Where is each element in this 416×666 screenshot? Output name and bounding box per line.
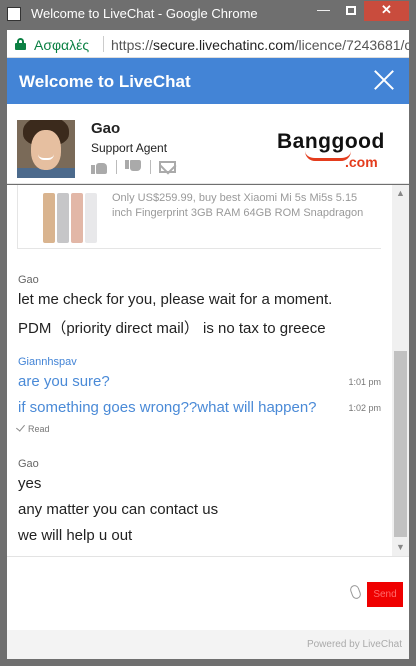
close-icon[interactable] <box>371 67 397 93</box>
message-text: if something goes wrong??what will happe… <box>18 399 317 416</box>
rating-actions <box>91 159 176 175</box>
secure-label: Ασφαλές <box>34 37 90 53</box>
product-description: Only US$259.99, buy best Xiaomi Mi 5s Mi… <box>112 192 364 219</box>
read-status: Read <box>16 422 50 434</box>
chat-header: Welcome to LiveChat <box>7 58 409 104</box>
chat-transcript[interactable]: Only US$259.99, buy best Xiaomi Mi 5s Mi… <box>7 185 392 556</box>
thumb-down-icon[interactable] <box>125 160 142 174</box>
url-path: /licence/7243681/c <box>294 37 409 53</box>
maximize-button[interactable] <box>337 1 364 21</box>
powered-by-link[interactable]: Powered by LiveChat <box>307 639 402 650</box>
maximize-icon <box>345 6 356 15</box>
mail-icon[interactable] <box>159 161 176 173</box>
message-text: PDM（priority direct mail） is no tax to g… <box>18 320 326 337</box>
send-button[interactable]: Send <box>367 582 403 607</box>
message-text: we will help u out <box>18 527 133 544</box>
scroll-thumb[interactable] <box>394 351 407 537</box>
action-divider <box>116 160 117 174</box>
check-icon <box>16 422 25 432</box>
composer: Send <box>7 556 409 630</box>
scroll-down-icon[interactable]: ▼ <box>392 539 409 556</box>
url-host: secure.livechatinc.com <box>153 37 295 53</box>
url-text[interactable]: https://secure.livechatinc.com/licence/7… <box>111 37 409 53</box>
title-bar: Welcome to LiveChat - Google Chrome — ✕ <box>0 0 416 30</box>
lock-icon <box>15 38 26 50</box>
agent-name: Gao <box>91 120 121 137</box>
agent-bar: Gao Support Agent Banggood .com <box>7 104 409 184</box>
message-author: Gao <box>18 458 39 470</box>
agent-role: Support Agent <box>91 141 168 155</box>
message-input[interactable] <box>15 563 345 623</box>
message-text: let me check for you, please wait for a … <box>18 291 333 308</box>
read-label: Read <box>28 424 50 434</box>
message-author: Gao <box>18 274 39 286</box>
message-time: 1:02 pm <box>348 403 381 413</box>
company-logo: Banggood .com <box>265 124 397 174</box>
attach-icon[interactable] <box>348 583 363 601</box>
chat-scrollbar[interactable]: ▲ ▼ <box>392 185 409 556</box>
url-scheme: https:// <box>111 37 154 53</box>
window-close-button[interactable]: ✕ <box>364 1 409 21</box>
address-divider <box>103 36 104 52</box>
avatar <box>17 120 75 178</box>
scroll-up-icon[interactable]: ▲ <box>392 185 409 202</box>
window-title: Welcome to LiveChat - Google Chrome <box>31 6 258 21</box>
message-text: are you sure? <box>18 373 110 390</box>
product-card[interactable]: Only US$259.99, buy best Xiaomi Mi 5s Mi… <box>17 185 381 249</box>
logo-suffix: .com <box>345 154 378 170</box>
message-time: 1:01 pm <box>348 377 381 387</box>
window-icon <box>7 7 21 21</box>
message-text: any matter you can contact us <box>18 501 219 518</box>
minimize-button[interactable]: — <box>310 1 337 21</box>
product-image <box>33 191 105 243</box>
message-text: yes <box>18 475 42 492</box>
message-author: Giannhspav <box>18 356 77 368</box>
window-frame-bottom <box>0 659 416 666</box>
thumb-up-icon[interactable] <box>91 160 108 174</box>
browser-window: Welcome to LiveChat - Google Chrome — ✕ … <box>0 0 416 666</box>
address-bar[interactable]: Ασφαλές https://secure.livechatinc.com/l… <box>7 30 409 58</box>
action-divider <box>150 160 151 174</box>
chat-footer: Powered by LiveChat <box>7 630 409 659</box>
chat-title: Welcome to LiveChat <box>19 72 191 91</box>
